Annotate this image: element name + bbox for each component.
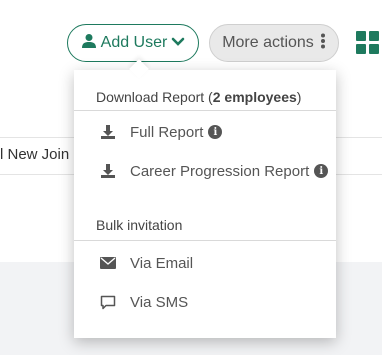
vertical-dots-icon: [320, 33, 326, 54]
info-icon[interactable]: i: [314, 164, 329, 178]
menu-item-full-report[interactable]: Full Report i: [74, 117, 336, 147]
dropdown-caret: [129, 59, 149, 79]
menu-item-via-email[interactable]: Via Email: [74, 248, 336, 278]
more-actions-label: More actions: [222, 34, 314, 51]
download-icon: [74, 124, 130, 140]
add-user-button[interactable]: Add User: [67, 24, 199, 62]
menu-item-via-sms[interactable]: Via SMS: [74, 287, 336, 317]
info-icon[interactable]: i: [208, 125, 223, 139]
add-user-label: Add User: [100, 34, 168, 51]
bulk-invitation-heading: Bulk invitation: [96, 217, 183, 233]
user-icon: [81, 33, 97, 54]
section-divider: [74, 240, 336, 241]
partial-row-text: l New Join: [0, 146, 70, 163]
menu-item-label: Via Email: [130, 254, 194, 272]
envelope-icon: [74, 257, 130, 269]
employee-count: 2 employees: [212, 89, 297, 105]
chevron-down-icon: [171, 34, 185, 52]
download-report-heading: Download Report (2 employees): [96, 89, 302, 105]
menu-item-label: Full Report: [130, 123, 204, 141]
menu-item-career-progression-report[interactable]: Career Progression Report i: [74, 156, 336, 186]
more-actions-dropdown: Download Report (2 employees) Full Repor…: [74, 59, 336, 338]
menu-item-label: Career Progression Report: [130, 162, 310, 180]
download-icon: [74, 163, 130, 179]
menu-item-label: Via SMS: [130, 293, 189, 311]
grid-view-icon[interactable]: [356, 31, 380, 55]
more-actions-button[interactable]: More actions: [209, 24, 339, 62]
chat-bubble-icon: [74, 295, 130, 310]
section-divider: [74, 110, 336, 111]
